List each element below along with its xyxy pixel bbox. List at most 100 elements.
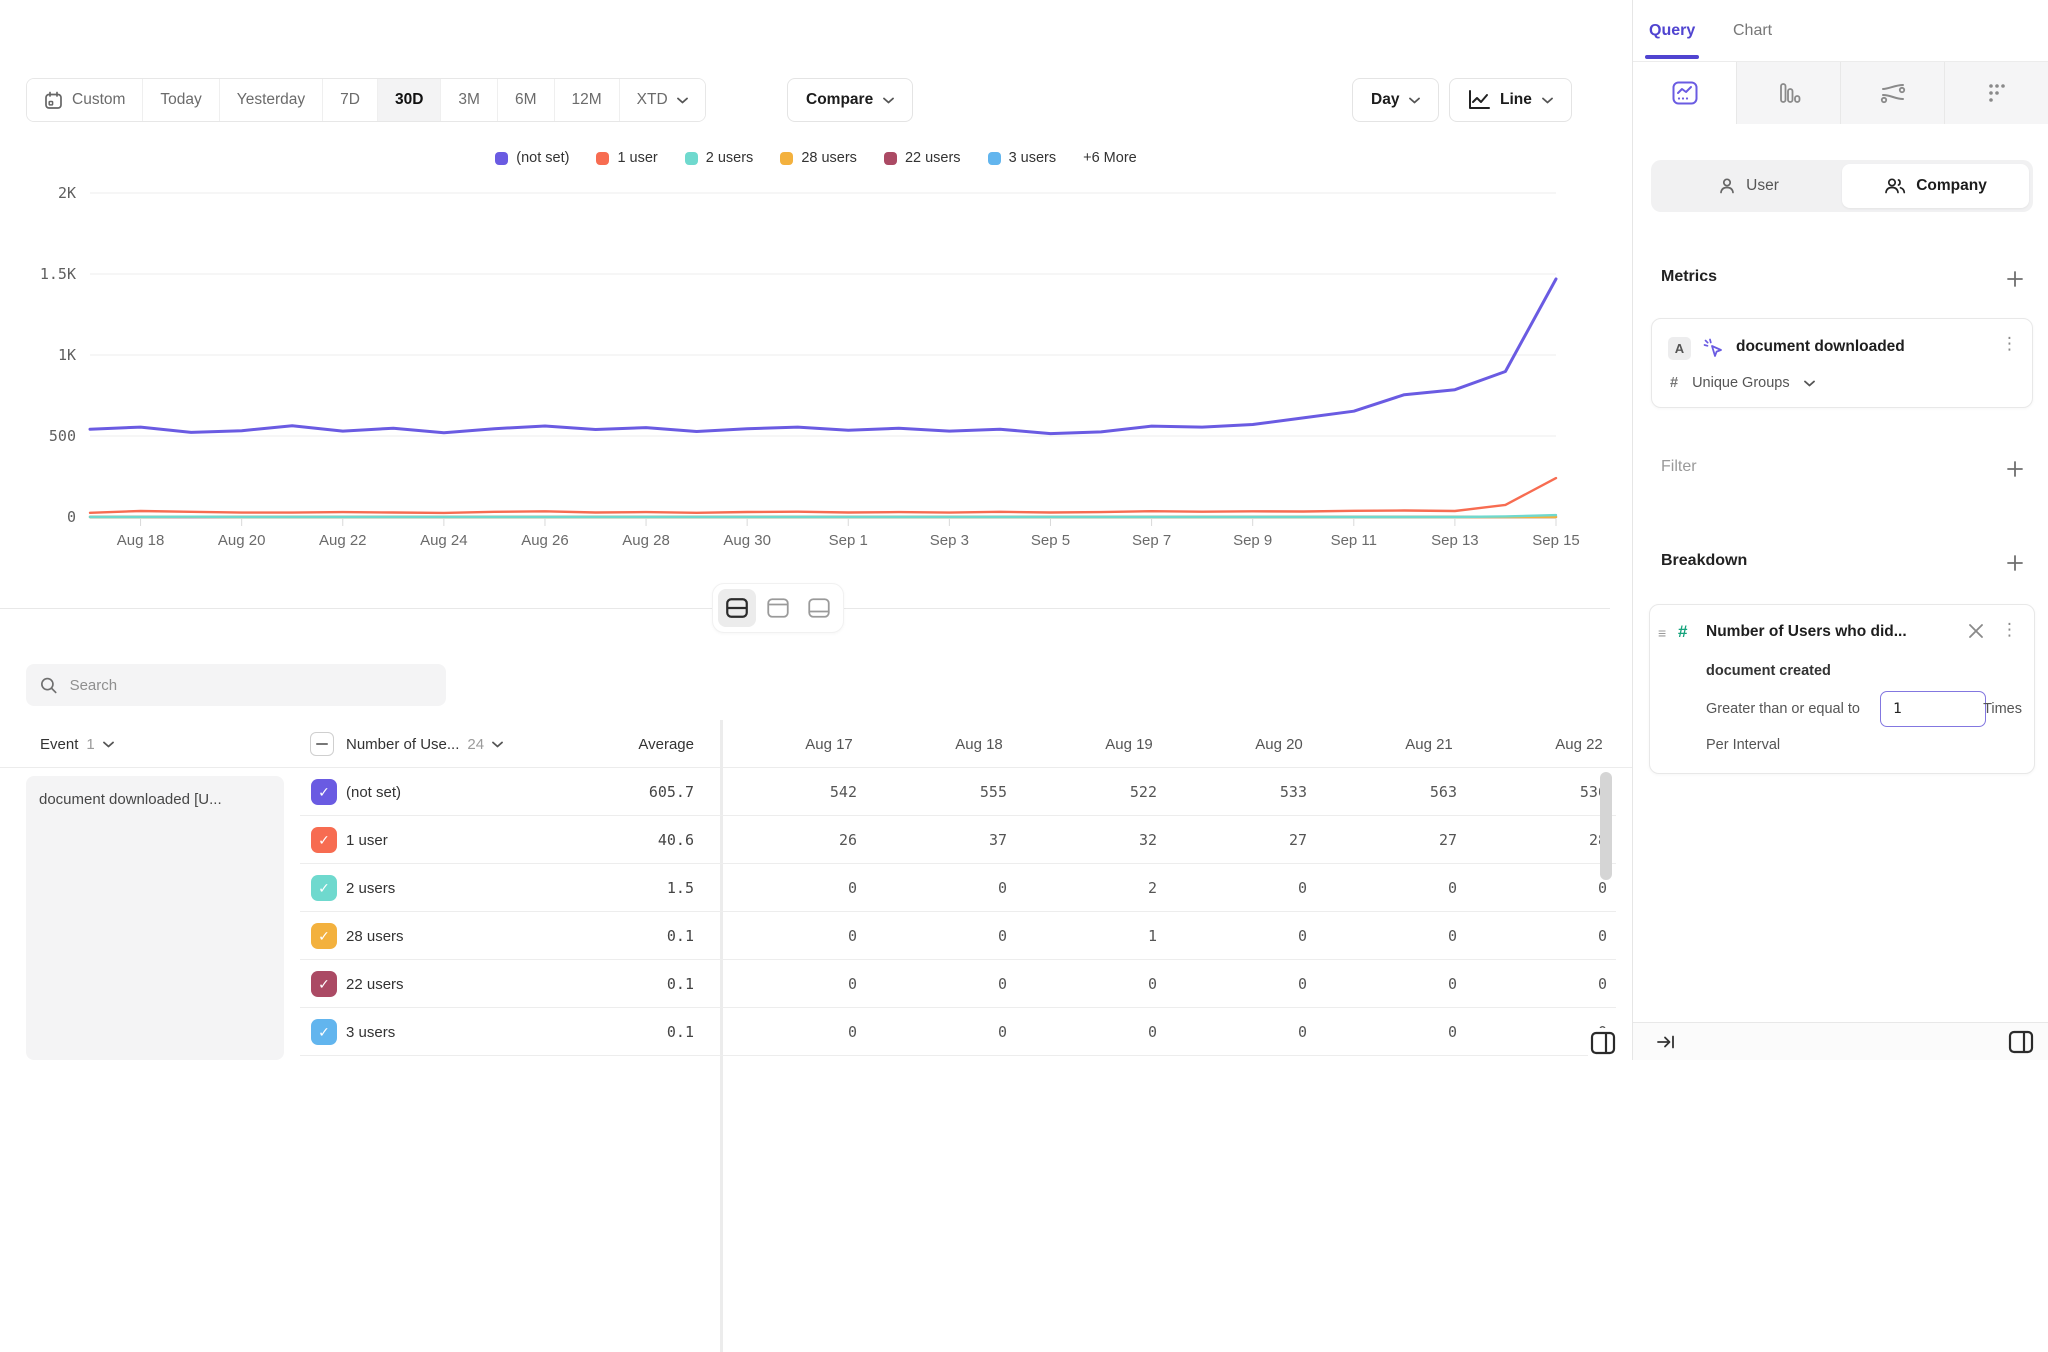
chart-type-button[interactable]: Line: [1449, 78, 1572, 122]
range-yesterday[interactable]: Yesterday: [220, 79, 323, 121]
value-cell: 522: [1054, 768, 1204, 816]
x-axis-label: Aug 18: [117, 532, 165, 549]
add-breakdown-button[interactable]: [2004, 552, 2026, 574]
interval-button[interactable]: Day: [1352, 78, 1439, 122]
range-xtd[interactable]: XTD: [620, 79, 705, 121]
row-checkbox[interactable]: ✓: [311, 923, 337, 949]
chevron-down-icon: [103, 741, 114, 748]
query-sidebar: Query Chart: [1632, 0, 2048, 1060]
drag-handle-icon[interactable]: ≡: [1658, 625, 1666, 641]
row-separator: [300, 1055, 1616, 1056]
level-company[interactable]: Company: [1842, 164, 2029, 208]
add-filter-button[interactable]: [2004, 458, 2026, 480]
date-column-header[interactable]: Aug 17: [754, 720, 904, 768]
breakdown-per-interval[interactable]: Per Interval: [1706, 737, 1780, 753]
collapse-sidebar-icon[interactable]: [1655, 1031, 1677, 1053]
value-cell: 563: [1354, 768, 1504, 816]
tab-chart[interactable]: Chart: [1733, 0, 1772, 62]
event-click-icon: [1702, 337, 1726, 361]
breakdown-kebab-menu[interactable]: ⋮: [2001, 625, 2018, 635]
row-checkbox[interactable]: ✓: [311, 779, 337, 805]
breakdown-unit: Times: [1983, 701, 2022, 717]
close-icon[interactable]: [1966, 621, 1986, 641]
plus-icon: [2007, 271, 2023, 287]
range-today[interactable]: Today: [143, 79, 219, 121]
check-icon: ✓: [318, 976, 330, 993]
average-value: 605.7: [548, 768, 694, 816]
metric-measure-selector[interactable]: # Unique Groups: [1670, 375, 1815, 391]
breakdown-title: Number of Users who did...: [1706, 623, 1907, 641]
layout-chart-only-button[interactable]: [759, 589, 797, 627]
chart-type-bar[interactable]: [1737, 62, 1841, 124]
date-column-header[interactable]: Aug 20: [1204, 720, 1354, 768]
chart-type-label: Line: [1500, 91, 1532, 109]
row-checkbox[interactable]: ✓: [311, 1019, 337, 1045]
row-label: 2 users: [346, 864, 395, 912]
layout-split-button[interactable]: [718, 589, 756, 627]
y-axis-label: 0: [67, 508, 76, 526]
chart-type-grid[interactable]: [1945, 62, 2048, 124]
range-3m[interactable]: 3M: [441, 79, 498, 121]
x-axis-label: Sep 13: [1431, 532, 1479, 549]
interval-label: Day: [1371, 91, 1399, 109]
select-all-checkbox[interactable]: [310, 732, 334, 756]
date-column-header[interactable]: Aug 18: [904, 720, 1054, 768]
y-axis-label: 500: [49, 427, 76, 445]
table-scrollbar[interactable]: [1600, 772, 1612, 880]
event-column-header[interactable]: Event 1: [40, 720, 114, 768]
search-input[interactable]: [70, 677, 432, 694]
value-cell: 0: [1354, 1008, 1504, 1056]
breakdown-condition[interactable]: Greater than or equal to: [1706, 701, 1860, 717]
open-panel-button[interactable]: [1588, 1028, 1618, 1058]
x-axis-label: Sep 7: [1132, 532, 1171, 549]
row-checkbox[interactable]: ✓: [311, 875, 337, 901]
breakdown-value-input[interactable]: 1: [1880, 691, 1986, 727]
range-6m[interactable]: 6M: [498, 79, 555, 121]
level-user[interactable]: User: [1655, 164, 1842, 208]
average-value: 1.5: [548, 864, 694, 912]
line-chart[interactable]: 05001K1.5K2KAug 18Aug 20Aug 22Aug 24Aug …: [0, 140, 1632, 560]
metric-event-name[interactable]: document downloaded: [1736, 338, 1905, 356]
check-icon: ✓: [318, 784, 330, 801]
x-axis-label: Sep 5: [1031, 532, 1070, 549]
x-axis-label: Sep 15: [1532, 532, 1580, 549]
value-cell: 0: [1204, 864, 1354, 912]
tab-query[interactable]: Query: [1649, 0, 1695, 62]
average-column-header[interactable]: Average: [548, 720, 694, 768]
add-metric-button[interactable]: [2004, 268, 2026, 290]
range-30d[interactable]: 30D: [378, 79, 441, 121]
check-icon: ✓: [318, 1024, 330, 1041]
x-axis-label: Aug 30: [723, 532, 771, 549]
row-checkbox[interactable]: ✓: [311, 827, 337, 853]
range-custom[interactable]: Custom: [27, 79, 143, 121]
y-axis-label: 2K: [58, 184, 76, 202]
y-axis-label: 1.5K: [40, 265, 76, 283]
range-12m[interactable]: 12M: [555, 79, 620, 121]
value-cell: 0: [904, 1008, 1054, 1056]
table-row: ✓2 users1.5002000: [0, 864, 1632, 912]
date-column-header[interactable]: Aug 19: [1054, 720, 1204, 768]
check-icon: ✓: [318, 880, 330, 897]
chart-type-flow[interactable]: [1841, 62, 1945, 124]
value-cell: 27: [1204, 816, 1354, 864]
chevron-down-icon: [492, 741, 503, 748]
series-column-header[interactable]: Number of Use... 24: [346, 720, 503, 768]
series-header-label: Number of Use...: [346, 736, 459, 753]
breakdown-event[interactable]: document created: [1706, 663, 1831, 679]
date-column-header[interactable]: Aug 21: [1354, 720, 1504, 768]
table-row: ✓(not set)605.7542555522533563536: [0, 768, 1632, 816]
average-value: 0.1: [548, 912, 694, 960]
compare-button[interactable]: Compare: [787, 78, 913, 122]
measure-label: Unique Groups: [1692, 375, 1790, 391]
split-view-icon: [726, 598, 748, 618]
range-7d[interactable]: 7D: [323, 79, 378, 121]
layout-table-only-button[interactable]: [800, 589, 838, 627]
panel-layout-icon[interactable]: [2007, 1029, 2035, 1055]
value-cell: 37: [904, 816, 1054, 864]
chart-type-line[interactable]: [1633, 62, 1737, 124]
event-header-label: Event: [40, 736, 78, 753]
metric-kebab-menu[interactable]: ⋮: [2001, 339, 2018, 349]
breakdown-card[interactable]: ≡ # Number of Users who did... ⋮ documen…: [1649, 604, 2035, 774]
metric-card[interactable]: A document downloaded ⋮ # Unique Groups: [1651, 318, 2033, 408]
row-checkbox[interactable]: ✓: [311, 971, 337, 997]
